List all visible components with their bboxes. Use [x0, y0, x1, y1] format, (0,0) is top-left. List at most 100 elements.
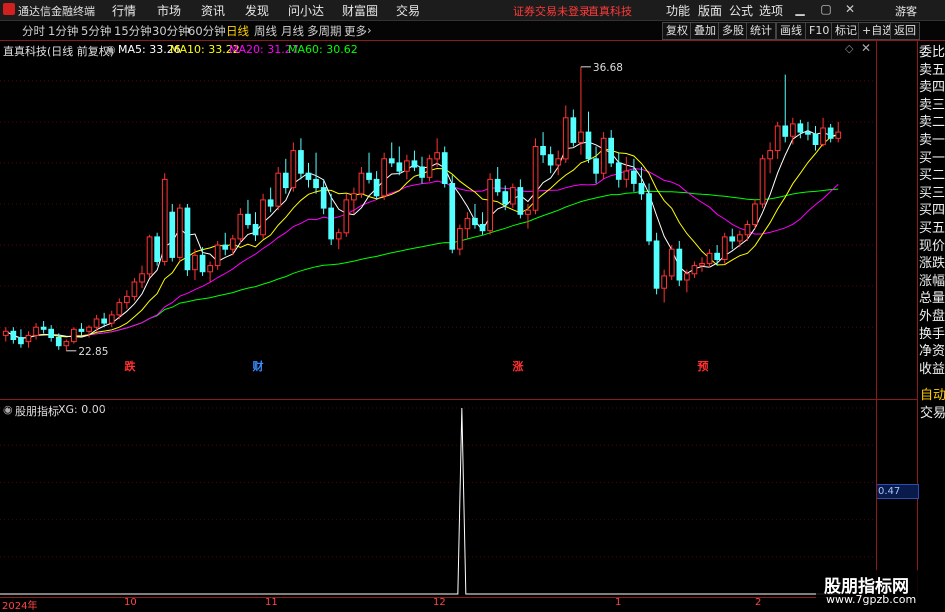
period-multi[interactable]: 多周期 [307, 23, 342, 39]
panel-divider [917, 41, 918, 381]
candle-body [608, 137, 614, 164]
event-flag: 跌 [125, 359, 137, 373]
candle-body [290, 150, 297, 189]
candle-body [457, 228, 463, 250]
date-label: 11 [265, 597, 278, 608]
candle-body [668, 248, 675, 277]
candle-body [411, 160, 418, 168]
event-flag: 预 [698, 359, 709, 373]
btn-fuquan[interactable]: 复权 [662, 22, 692, 40]
candle-body [207, 265, 214, 273]
candle-body [245, 213, 251, 226]
menu-shichang[interactable]: 市场 [157, 2, 181, 19]
ma20-line [5, 168, 839, 339]
candle-body [381, 158, 387, 197]
candle-body [320, 187, 327, 209]
candle-body [108, 314, 115, 324]
menu-wenxiaoda[interactable]: 问小达 [288, 2, 324, 19]
btn-diejia[interactable]: 叠加 [690, 22, 720, 40]
period-1min[interactable]: 1分钟 [48, 23, 78, 39]
more-arrow-icon[interactable]: › [367, 23, 372, 37]
candle-body [684, 273, 690, 281]
event-flag: 财 [252, 359, 264, 373]
candle-body [48, 328, 54, 338]
candle-body [812, 133, 819, 145]
quote-field-label: 现价 [919, 238, 945, 254]
btn-huaxian[interactable]: 画线 [776, 22, 806, 40]
btn-f10[interactable]: F10 [805, 22, 834, 40]
menu-jiaoyi[interactable]: 交易 [396, 2, 420, 19]
period-5min[interactable]: 5分钟 [81, 23, 111, 39]
candle-body [214, 244, 221, 267]
candle-body [404, 160, 410, 172]
candle-body [313, 178, 319, 189]
title-bar: 通达信金融终端 行情 市场 资讯 发现 问小达 财富圈 交易 证券交易未登录 直… [0, 0, 945, 21]
login-warning[interactable]: 证券交易未登录 [513, 3, 590, 19]
candle-body [2, 330, 9, 336]
ma60-line [5, 188, 839, 339]
xg-line [0, 407, 842, 595]
candle-body [759, 158, 766, 205]
candle-body [600, 137, 607, 174]
candle-body [790, 123, 796, 137]
period-15min[interactable]: 15分钟 [114, 23, 152, 39]
menu-zixun[interactable]: 资讯 [201, 2, 225, 19]
candle-body [653, 240, 660, 289]
quote-panel: 委比 卖五 卖四 卖三 卖二 卖一 买一 买二 买三 买四 买五 现价 涨跌 涨幅 总量 外盘 换手 净资 收益 [918, 41, 945, 381]
period-60min[interactable]: 60分钟 [188, 23, 226, 39]
close-icon[interactable]: ✕ [842, 2, 858, 16]
candle-body [184, 207, 191, 271]
trade-label[interactable]: 交易 [920, 402, 945, 421]
menu-gongshi[interactable]: 公式 [729, 2, 753, 19]
candle-body [827, 127, 834, 139]
indicator-chart[interactable]: 0.200.400.600.801.00 [0, 400, 876, 596]
candle-body [532, 146, 539, 211]
trade-panel: 自动 交易 14:5614:5614:5614:5614:5614:5614:5… [917, 381, 945, 597]
candle-body [441, 152, 448, 184]
candle-body [260, 199, 266, 236]
maximize-icon[interactable]: ▢ [818, 2, 834, 16]
candle-body [434, 152, 440, 160]
btn-tongji[interactable]: 统计 [746, 22, 776, 40]
btn-biaoji[interactable]: 标记 [831, 22, 861, 40]
candle-body [419, 166, 425, 178]
period-weekly[interactable]: 周线 [254, 23, 277, 39]
candle-body [222, 244, 229, 250]
candle-body [661, 275, 667, 289]
quote-field-label: 卖一 [919, 133, 945, 148]
candle-body [10, 330, 17, 340]
menu-caifuquan[interactable]: 财富圈 [342, 2, 378, 19]
candle-body [86, 326, 92, 332]
period-monthly[interactable]: 月线 [281, 23, 304, 39]
quote-field-label: 卖三 [919, 97, 945, 113]
period-fenshi[interactable]: 分时 [22, 23, 45, 39]
quote-field-label: 涨幅 [919, 273, 945, 289]
candle-body [774, 125, 781, 152]
candle-body [426, 158, 433, 178]
candle-body [282, 172, 289, 189]
candle-body [744, 224, 751, 236]
auto-label[interactable]: 自动 [920, 384, 945, 403]
period-30min[interactable]: 30分钟 [152, 23, 190, 39]
btn-fanhui[interactable]: 返回 [890, 22, 920, 40]
period-more[interactable]: 更多 [344, 23, 367, 39]
candle-body [721, 236, 728, 260]
candle-body [366, 172, 372, 180]
candle-body [706, 252, 713, 265]
period-daily[interactable]: 日线 [226, 23, 249, 39]
candlestick-chart[interactable]: 24.0026.0028.0030.0032.0034.0036.0036.68… [0, 40, 876, 375]
candle-body [305, 172, 312, 180]
guest-label[interactable]: 游客 [895, 3, 917, 19]
menu-banmian[interactable]: 版面 [698, 2, 722, 19]
minimize-icon[interactable]: ▁ [792, 2, 808, 16]
quote-field-label: 买一 [919, 150, 945, 166]
candle-body [570, 117, 577, 143]
menu-faxian[interactable]: 发现 [245, 2, 269, 19]
menu-xuanxiang[interactable]: 选项 [759, 2, 783, 19]
menu-gongneng[interactable]: 功能 [666, 2, 690, 19]
candle-body [116, 302, 123, 316]
menu-hangqing[interactable]: 行情 [112, 2, 136, 19]
candle-body [737, 234, 743, 242]
candle-body [252, 224, 259, 236]
btn-duogu[interactable]: 多股 [718, 22, 748, 40]
